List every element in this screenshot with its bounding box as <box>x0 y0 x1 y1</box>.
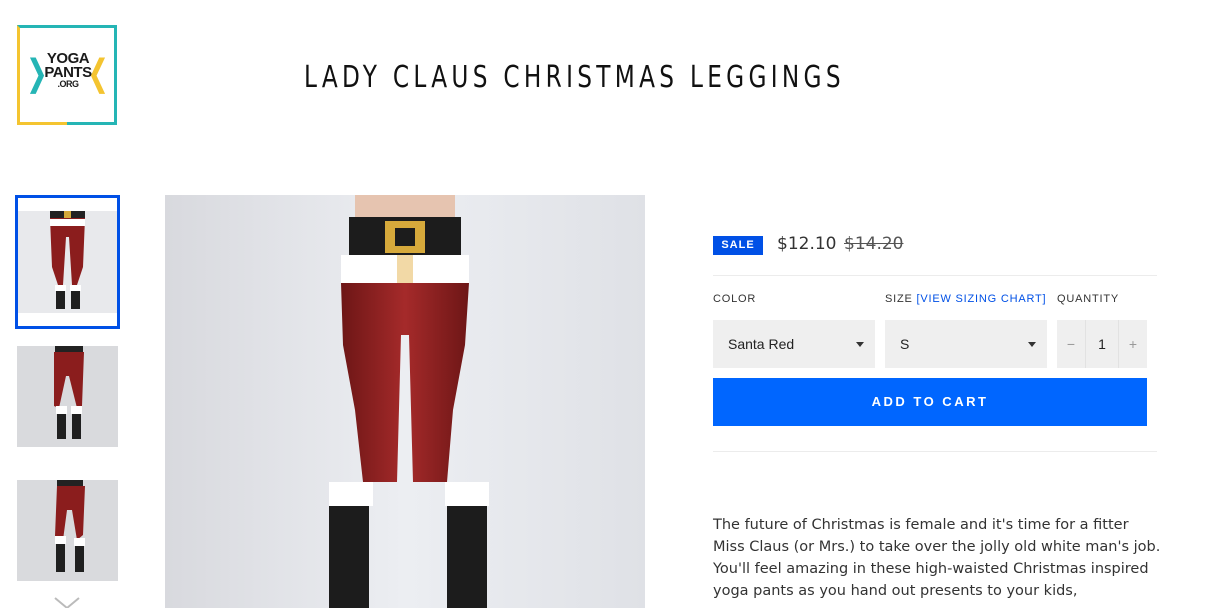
logo-line-3: .ORG <box>57 79 79 89</box>
logo-wordmark: YOGA PANTS .ORG <box>43 51 93 89</box>
dropdown-caret-icon <box>1028 342 1036 347</box>
dropdown-caret-icon <box>856 342 864 347</box>
thumbnail-side[interactable] <box>17 480 118 581</box>
quantity-input[interactable]: 1 <box>1085 320 1119 368</box>
store-logo[interactable]: ❯ YOGA PANTS .ORG ❮ <box>17 25 117 125</box>
size-label-group: SIZE [VIEW SIZING CHART] <box>885 293 1046 305</box>
color-select[interactable]: Santa Red <box>713 320 875 368</box>
size-label: SIZE <box>885 293 913 305</box>
sizing-chart-link[interactable]: [VIEW SIZING CHART] <box>917 293 1047 305</box>
chevron-down-icon[interactable] <box>53 596 81 608</box>
add-to-cart-button[interactable]: ADD TO CART <box>713 378 1147 426</box>
sale-price: $12.10 <box>777 234 837 254</box>
product-main-image[interactable] <box>165 195 645 608</box>
chevron-left-icon: ❮ <box>87 53 109 95</box>
logo-line-2: PANTS <box>44 64 92 81</box>
quantity-minus-button[interactable]: − <box>1057 320 1085 368</box>
color-label: COLOR <box>713 293 757 305</box>
quantity-stepper[interactable]: − 1 + <box>1057 320 1147 368</box>
quantity-plus-button[interactable]: + <box>1119 320 1147 368</box>
divider <box>713 451 1157 452</box>
quantity-label: QUANTITY <box>1057 293 1120 305</box>
color-select-value: Santa Red <box>728 336 795 352</box>
divider <box>713 275 1157 276</box>
size-select-value: S <box>900 336 910 352</box>
product-description: The future of Christmas is female and it… <box>713 517 1161 599</box>
sale-badge: SALE <box>713 236 763 255</box>
product-title: LADY CLAUS CHRISTMAS LEGGINGS <box>304 60 845 95</box>
compare-price: $14.20 <box>844 234 904 254</box>
thumbnail-front[interactable] <box>15 195 120 329</box>
thumbnail-back[interactable] <box>17 346 118 447</box>
size-select[interactable]: S <box>885 320 1047 368</box>
